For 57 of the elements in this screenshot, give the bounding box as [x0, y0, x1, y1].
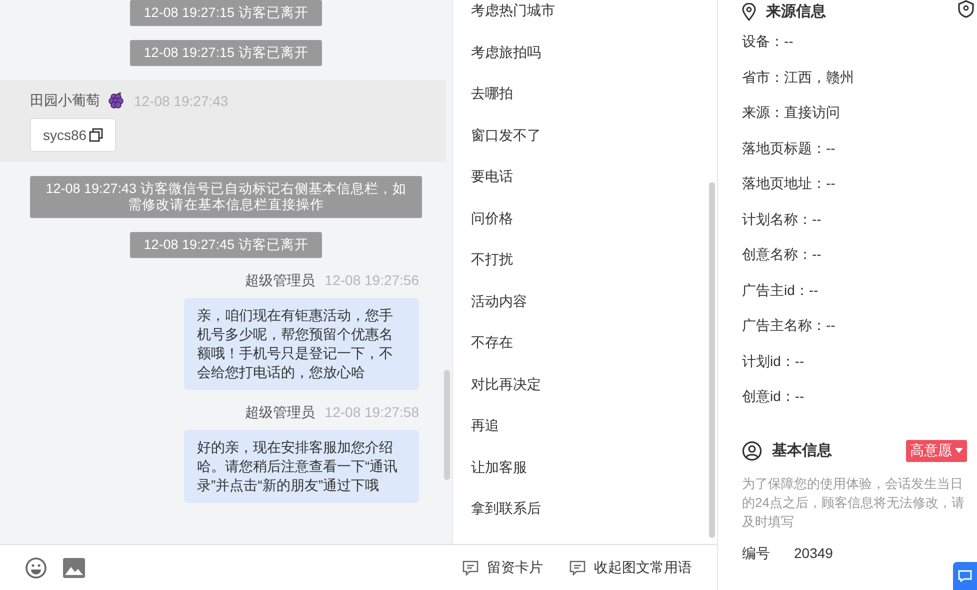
phrase-item[interactable]: 问价格 — [453, 208, 717, 249]
phrase-item[interactable]: 考虑旅拍吗 — [453, 42, 717, 83]
copy-icon[interactable] — [88, 128, 103, 142]
info-row-text: 计划id：-- — [742, 352, 806, 370]
caret-icon — [955, 448, 963, 453]
phrase-item[interactable]: 窗口发不了 — [453, 124, 717, 166]
chat-float-button[interactable] — [953, 562, 977, 590]
info-row-text: 落地页地址：-- — [742, 174, 836, 193]
grape-icon — [108, 92, 126, 110]
shield-icon — [957, 0, 975, 18]
message-bubble: 好的亲，现在安排客服加您介绍哈。请您稍后注意查看一下“通讯录”并点击“新的朋友”通过下哦 — [184, 430, 419, 503]
toolbar-button[interactable]: 收起图文常用语 — [569, 558, 692, 577]
system-message: 12-08 19:27:15 访客已离开 — [130, 0, 322, 26]
sender-name: 超级管理员 — [244, 272, 315, 290]
system-message: 12-08 19:27:43 访客微信号已自动标记右侧基本信息栏，如需修改请在基本信息栏直接操作 — [30, 176, 422, 218]
phrase-item[interactable]: 对比再决定 — [453, 374, 717, 415]
info-row-text: 计划名称：-- — [742, 210, 822, 228]
info-row-text: 广告主名称：-- — [742, 316, 836, 335]
field-label: 编号 — [742, 544, 770, 562]
wechat-id: sycs86 — [43, 127, 87, 143]
location-icon — [742, 2, 756, 20]
toolbar-button[interactable]: 留资卡片 — [462, 558, 543, 577]
section-title: 来源信息 — [766, 2, 826, 21]
phrase-item[interactable]: 要电话 — [453, 166, 717, 208]
info-row-text: 创意id：-- — [742, 387, 806, 406]
field-value: 20349 — [794, 544, 833, 562]
emoji-icon[interactable] — [25, 556, 47, 579]
message-time: 12-08 19:27:56 — [324, 272, 419, 290]
scrollbar[interactable] — [444, 370, 450, 480]
message-time: 12-08 19:27:58 — [324, 404, 419, 422]
phrase-item[interactable]: 考虑热门城市 — [453, 0, 717, 42]
sender-name: 田园小葡萄 — [30, 92, 100, 110]
sender-name: 超级管理员 — [244, 404, 315, 422]
message-bubble: 亲，咱们现在有钜惠活动，您手机号多少呢，帮您预留个优惠名额哦！手机号只是登记一下，不会给您打电话的，您放心哈 — [184, 298, 419, 390]
phrase-item[interactable]: 不存在 — [453, 332, 717, 374]
message-icon — [569, 560, 586, 576]
info-row-text: 设备：-- — [742, 32, 794, 51]
section-title: 基本信息 — [772, 441, 832, 460]
info-row-text: 落地页标题：-- — [742, 138, 836, 158]
phrase-item[interactable]: 让加客服 — [453, 456, 717, 498]
notice-text: 为了保障您的使用体验，会话发生当日的24点之后，顾客信息将无法修改，请及时填写 — [742, 474, 966, 530]
image-icon[interactable] — [63, 558, 85, 578]
phrase-item[interactable]: 拿到联系后 — [453, 498, 717, 540]
user-icon — [742, 440, 762, 460]
system-message: 12-08 19:27:45 访客已离开 — [130, 232, 322, 258]
phrase-item[interactable]: 再追 — [453, 415, 717, 456]
info-row-text: 来源：直接访问 — [742, 103, 841, 122]
chat-icon — [958, 570, 972, 582]
phrase-item[interactable]: 不打扰 — [453, 249, 717, 290]
scrollbar[interactable] — [709, 182, 715, 538]
phrase-item[interactable]: 活动内容 — [453, 290, 717, 332]
message-icon — [462, 560, 479, 576]
info-row-text: 省市：江西，赣州 — [742, 68, 855, 86]
phrase-item[interactable]: 去哪拍 — [453, 83, 717, 124]
info-row-text: 广告主id：-- — [742, 280, 820, 300]
system-message: 12-08 19:27:15 访客已离开 — [130, 40, 322, 66]
info-row-text: 创意名称：-- — [742, 245, 822, 264]
